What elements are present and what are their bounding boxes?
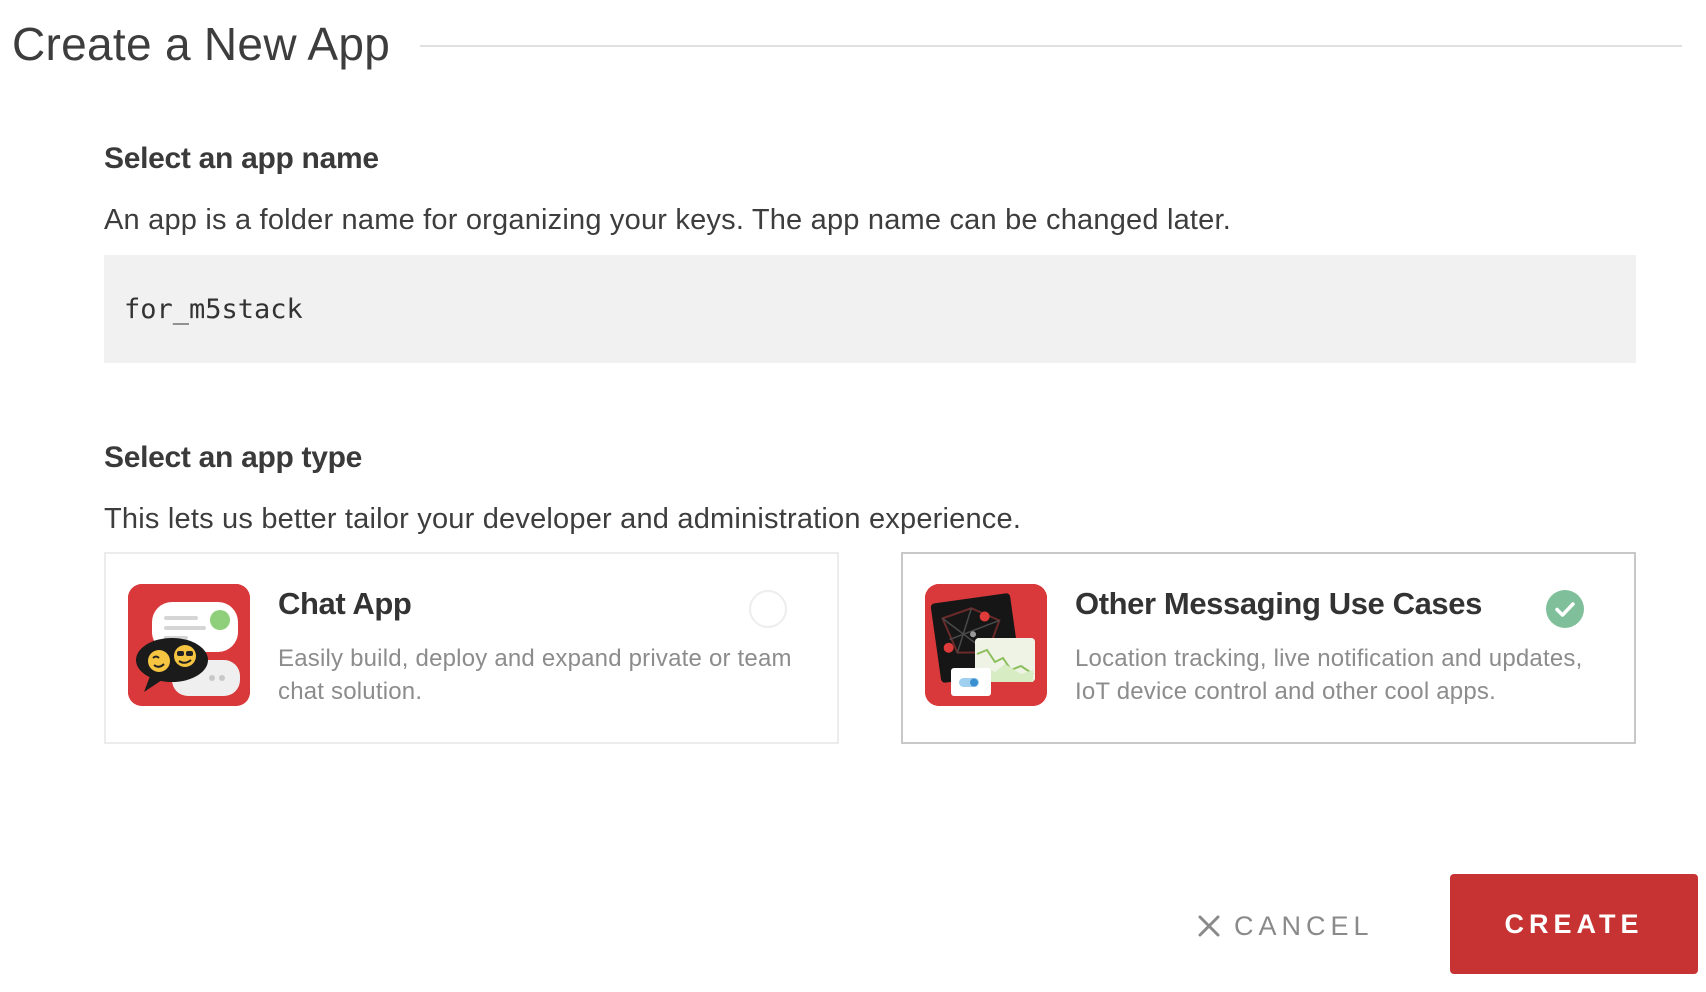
create-app-dialog: Create a New App Select an app name An a… [0, 0, 1706, 992]
cancel-label: CANCEL [1234, 910, 1374, 941]
page-title: Create a New App [12, 18, 391, 70]
app-type-card-chat[interactable]: Chat App Easily build, deploy and expand… [104, 552, 839, 744]
app-type-section: Select an app type This lets us better t… [104, 441, 1636, 744]
title-divider [420, 45, 1682, 47]
form-content: Select an app name An app is a folder na… [104, 142, 1636, 744]
other-messaging-title: Other Messaging Use Cases [1075, 586, 1482, 621]
app-name-heading: Select an app name [104, 142, 379, 175]
app-type-options: Chat App Easily build, deploy and expand… [104, 552, 1636, 744]
cancel-button[interactable]: CANCEL [1196, 910, 1374, 942]
app-name-section: Select an app name An app is a folder na… [104, 142, 1636, 363]
app-name-input[interactable] [104, 255, 1636, 363]
chat-app-title: Chat App [278, 586, 412, 621]
chat-app-description: Easily build, deploy and expand private … [278, 645, 792, 705]
chat-bubbles-icon [128, 584, 250, 706]
app-name-description: An app is a folder name for organizing y… [104, 204, 1232, 236]
other-messaging-radio[interactable] [1546, 590, 1584, 628]
app-type-heading: Select an app type [104, 441, 363, 474]
map-dashboard-icon [925, 584, 1047, 706]
header: Create a New App [12, 14, 1682, 74]
chat-app-radio[interactable] [749, 590, 787, 628]
app-type-description: This lets us better tailor your develope… [104, 503, 1022, 535]
app-type-card-other-messaging[interactable]: Other Messaging Use Cases Location track… [901, 552, 1636, 744]
create-label: CREATE [1504, 908, 1644, 939]
create-button[interactable]: CREATE [1450, 874, 1698, 974]
dialog-actions: CANCEL CREATE [0, 874, 1706, 974]
checkmark-icon [1555, 602, 1575, 617]
other-messaging-description: Location tracking, live notification and… [1075, 645, 1583, 705]
close-icon [1198, 915, 1220, 937]
